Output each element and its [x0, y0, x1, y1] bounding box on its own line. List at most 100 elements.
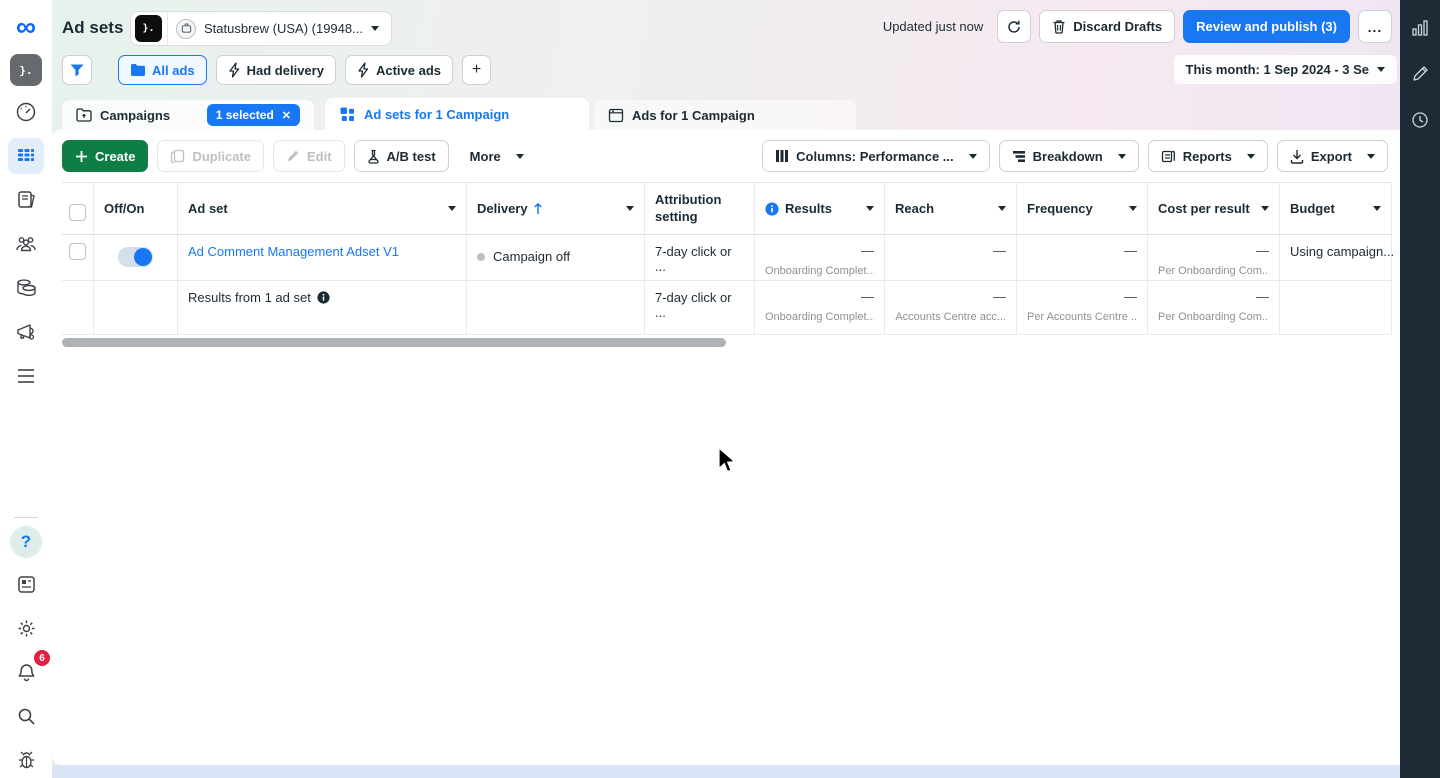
- rail-edit[interactable]: [1402, 56, 1438, 92]
- discard-drafts-button[interactable]: Discard Drafts: [1039, 10, 1175, 43]
- col-attribution[interactable]: Attribution setting: [645, 183, 755, 234]
- account-selector[interactable]: }. Statusbrew (USA) (19948...: [130, 11, 392, 46]
- add-filter-button[interactable]: +: [462, 55, 491, 85]
- tab-campaigns-label: Campaigns: [100, 108, 170, 123]
- breakdown-button[interactable]: Breakdown: [999, 140, 1139, 172]
- col-results[interactable]: Results: [755, 183, 885, 234]
- sort-caret-icon[interactable]: [1129, 206, 1137, 211]
- filters-button[interactable]: [62, 55, 92, 85]
- nav-billing[interactable]: [8, 270, 44, 306]
- review-publish-label: Review and publish (3): [1196, 19, 1337, 34]
- review-publish-button[interactable]: Review and publish (3): [1183, 10, 1350, 43]
- more-button[interactable]: More: [458, 140, 536, 172]
- columns-label: Columns: Performance ...: [796, 149, 953, 164]
- edit-label: Edit: [307, 149, 332, 164]
- col-off-on[interactable]: Off/On: [94, 183, 178, 234]
- tab-ads[interactable]: Ads for 1 Campaign: [594, 100, 856, 130]
- business-icon: [176, 19, 196, 39]
- sort-caret-icon[interactable]: [866, 206, 874, 211]
- col-budget-label: Budget: [1290, 201, 1335, 216]
- filter-had-delivery[interactable]: Had delivery: [216, 55, 336, 85]
- table-header-row: Off/On Ad set Delivery Attribution setti…: [62, 182, 1392, 235]
- ab-test-button[interactable]: A/B test: [354, 140, 449, 172]
- cost-metric-label: Per Onboarding Com...: [1158, 265, 1269, 277]
- audiences-icon: [13, 232, 39, 256]
- sort-caret-icon[interactable]: [1373, 206, 1381, 211]
- notification-count-badge: 6: [34, 650, 50, 666]
- budget-value: Using campaign...: [1290, 241, 1381, 259]
- nav-search[interactable]: [8, 698, 44, 734]
- ad-sets-grid-icon: [339, 106, 356, 123]
- tab-ad-sets[interactable]: Ad sets for 1 Campaign: [325, 98, 589, 130]
- summary-budget-cell: [1280, 281, 1392, 334]
- adset-name-link[interactable]: Ad Comment Management Adset V1: [188, 241, 399, 259]
- frequency-value: —: [1027, 287, 1137, 304]
- col-reach[interactable]: Reach: [885, 183, 1017, 234]
- results-metric-label: Onboarding Complet...: [765, 265, 874, 277]
- tab-campaigns[interactable]: Campaigns 1 selected ✕: [62, 100, 314, 130]
- columns-button[interactable]: Columns: Performance ...: [762, 140, 989, 172]
- filter-active-ads[interactable]: Active ads: [345, 55, 453, 85]
- nav-pages[interactable]: [8, 182, 44, 218]
- close-icon[interactable]: ✕: [282, 109, 291, 122]
- edit-button[interactable]: Edit: [273, 140, 345, 172]
- filter-active-ads-label: Active ads: [376, 63, 441, 78]
- adset-toggle-on[interactable]: [118, 247, 153, 267]
- rail-insights[interactable]: [1402, 10, 1438, 46]
- nav-all-tools[interactable]: [8, 358, 44, 394]
- nav-settings[interactable]: [8, 610, 44, 646]
- nav-audiences[interactable]: [8, 226, 44, 262]
- sort-caret-icon[interactable]: [1261, 206, 1269, 211]
- sidebar-divider: [14, 517, 38, 518]
- summary-label-cell: Results from 1 ad set: [178, 281, 467, 334]
- col-frequency[interactable]: Frequency: [1017, 183, 1148, 234]
- frequency-metric-label: Per Accounts Centre ...: [1027, 311, 1137, 323]
- nav-ads-manager[interactable]: [8, 138, 44, 174]
- nav-ads[interactable]: [8, 314, 44, 350]
- duplicate-icon: [170, 149, 185, 164]
- col-ad-set[interactable]: Ad set: [178, 183, 467, 234]
- reach-value: —: [895, 241, 1006, 258]
- row-attribution-cell: 7-day click or ...: [645, 235, 755, 280]
- col-budget[interactable]: Budget: [1280, 183, 1392, 234]
- updated-status: Updated just now: [883, 19, 983, 34]
- nav-updates[interactable]: [8, 566, 44, 602]
- nav-report-bug[interactable]: [8, 742, 44, 778]
- bug-icon: [15, 749, 38, 772]
- nav-account-overview[interactable]: [8, 94, 44, 130]
- plus-icon: +: [472, 61, 481, 79]
- help-button[interactable]: ?: [10, 526, 42, 558]
- statusbrew-avatar[interactable]: }.: [10, 54, 42, 86]
- col-delivery[interactable]: Delivery: [467, 183, 645, 234]
- refresh-button[interactable]: [997, 10, 1031, 43]
- view-toolbar: Columns: Performance ... Breakdown: [762, 140, 1388, 172]
- summary-results-cell: — Onboarding Complet...: [755, 281, 885, 334]
- rail-history[interactable]: [1402, 102, 1438, 138]
- info-icon: [317, 291, 330, 304]
- statusbrew-logo: }.: [135, 15, 162, 42]
- summary-reach-cell: — Accounts Centre acc...: [885, 281, 1017, 334]
- row-checkbox[interactable]: [69, 243, 86, 260]
- horizontal-scrollbar[interactable]: [62, 338, 726, 347]
- newspaper-icon: [15, 573, 38, 596]
- reports-icon: [1161, 149, 1176, 163]
- export-button[interactable]: Export: [1277, 140, 1388, 172]
- date-range-selector[interactable]: This month: 1 Sep 2024 - 3 Se: [1174, 55, 1398, 84]
- duplicate-button[interactable]: Duplicate: [157, 140, 264, 172]
- overflow-menu-button[interactable]: ...: [1358, 10, 1392, 43]
- selected-count-badge[interactable]: 1 selected ✕: [207, 104, 300, 126]
- sort-caret-icon[interactable]: [448, 206, 456, 211]
- row-adset-cell: Ad Comment Management Adset V1: [178, 235, 467, 280]
- filter-all-ads[interactable]: All ads: [118, 55, 207, 85]
- pencil-icon: [1410, 64, 1430, 84]
- select-all-checkbox[interactable]: [69, 204, 86, 221]
- reports-button[interactable]: Reports: [1148, 140, 1268, 172]
- pencil-icon: [286, 149, 300, 163]
- sort-caret-icon[interactable]: [998, 206, 1006, 211]
- row-reach-cell: —: [885, 235, 1017, 280]
- sort-caret-icon[interactable]: [626, 206, 634, 211]
- col-cost-per-result[interactable]: Cost per result: [1148, 183, 1280, 234]
- nav-notifications[interactable]: 6: [8, 654, 44, 690]
- create-button[interactable]: Create: [62, 140, 148, 172]
- meta-logo-icon[interactable]: ∞: [16, 12, 36, 42]
